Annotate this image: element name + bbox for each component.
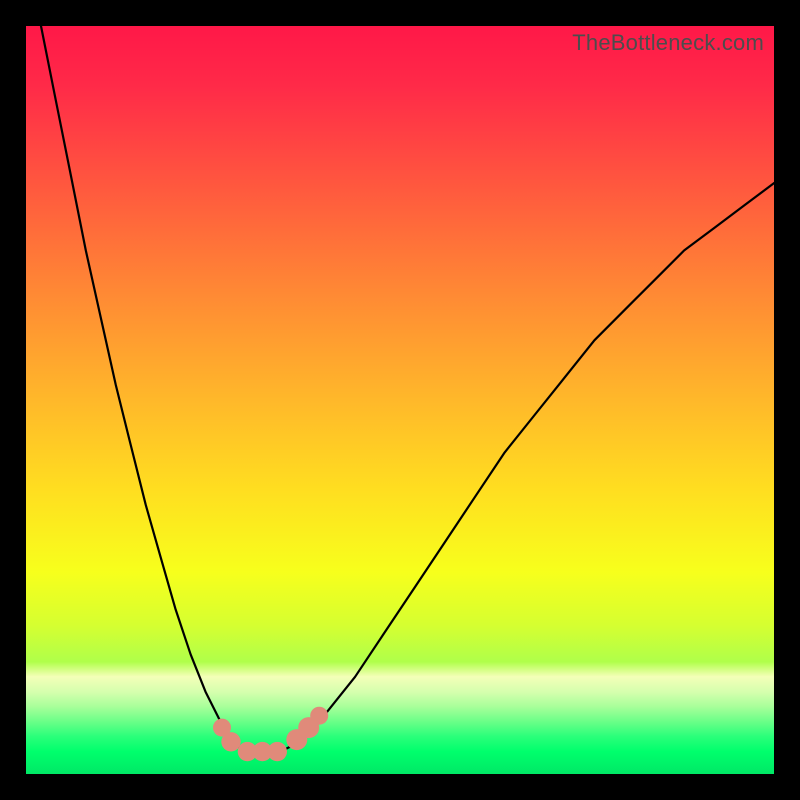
watermark-text: TheBottleneck.com (572, 30, 764, 56)
curve-left (41, 26, 250, 752)
flat-marker-3 (268, 742, 287, 761)
left-marker-lower (221, 732, 240, 751)
curve-right (280, 183, 774, 752)
chart-svg (26, 26, 774, 774)
chart-frame: TheBottleneck.com (26, 26, 774, 774)
right-marker-3 (310, 707, 328, 725)
curve-markers (213, 707, 328, 762)
